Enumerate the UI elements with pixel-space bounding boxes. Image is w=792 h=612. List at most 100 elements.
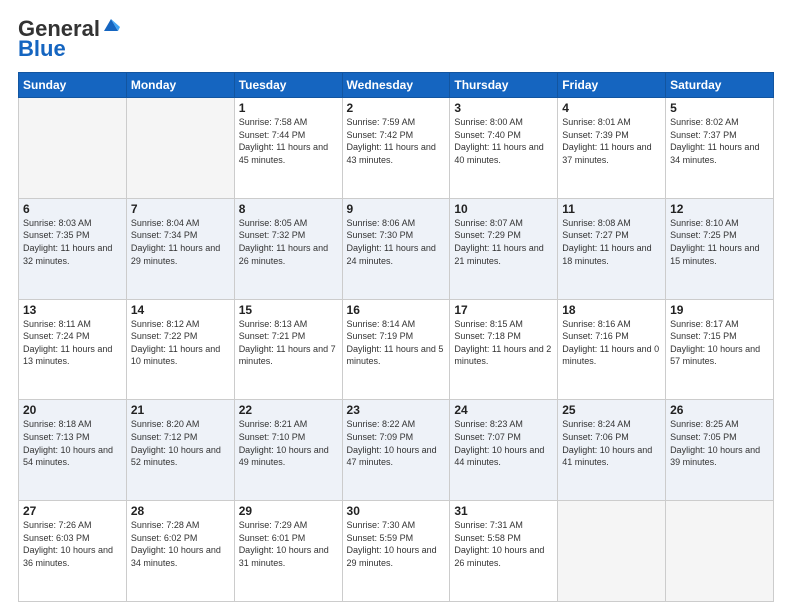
calendar-cell: 30Sunrise: 7:30 AM Sunset: 5:59 PM Dayli… [342,501,450,602]
calendar-cell: 9Sunrise: 8:06 AM Sunset: 7:30 PM Daylig… [342,198,450,299]
calendar-header-row: SundayMondayTuesdayWednesdayThursdayFrid… [19,73,774,98]
page: General Blue SundayMondayTuesdayWednesda… [0,0,792,612]
day-info: Sunrise: 7:58 AM Sunset: 7:44 PM Dayligh… [239,116,338,166]
day-info: Sunrise: 8:01 AM Sunset: 7:39 PM Dayligh… [562,116,661,166]
day-number: 19 [670,303,769,317]
day-info: Sunrise: 8:16 AM Sunset: 7:16 PM Dayligh… [562,318,661,368]
weekday-header: Saturday [666,73,774,98]
day-info: Sunrise: 8:07 AM Sunset: 7:29 PM Dayligh… [454,217,553,267]
calendar-cell: 3Sunrise: 8:00 AM Sunset: 7:40 PM Daylig… [450,98,558,199]
calendar-cell: 31Sunrise: 7:31 AM Sunset: 5:58 PM Dayli… [450,501,558,602]
day-info: Sunrise: 8:10 AM Sunset: 7:25 PM Dayligh… [670,217,769,267]
day-number: 14 [131,303,230,317]
calendar-cell: 19Sunrise: 8:17 AM Sunset: 7:15 PM Dayli… [666,299,774,400]
day-number: 21 [131,403,230,417]
day-number: 2 [347,101,446,115]
calendar-cell: 20Sunrise: 8:18 AM Sunset: 7:13 PM Dayli… [19,400,127,501]
calendar-cell: 8Sunrise: 8:05 AM Sunset: 7:32 PM Daylig… [234,198,342,299]
calendar-week-row: 6Sunrise: 8:03 AM Sunset: 7:35 PM Daylig… [19,198,774,299]
weekday-header: Monday [126,73,234,98]
calendar-cell [558,501,666,602]
day-number: 6 [23,202,122,216]
day-number: 11 [562,202,661,216]
day-info: Sunrise: 8:21 AM Sunset: 7:10 PM Dayligh… [239,418,338,468]
day-number: 12 [670,202,769,216]
day-number: 28 [131,504,230,518]
calendar-cell: 14Sunrise: 8:12 AM Sunset: 7:22 PM Dayli… [126,299,234,400]
day-number: 9 [347,202,446,216]
day-number: 3 [454,101,553,115]
calendar-cell: 13Sunrise: 8:11 AM Sunset: 7:24 PM Dayli… [19,299,127,400]
weekday-header: Thursday [450,73,558,98]
day-number: 27 [23,504,122,518]
day-info: Sunrise: 7:31 AM Sunset: 5:58 PM Dayligh… [454,519,553,569]
day-info: Sunrise: 8:14 AM Sunset: 7:19 PM Dayligh… [347,318,446,368]
day-number: 22 [239,403,338,417]
weekday-header: Sunday [19,73,127,98]
header: General Blue [18,16,774,62]
calendar-cell: 18Sunrise: 8:16 AM Sunset: 7:16 PM Dayli… [558,299,666,400]
logo-icon [102,17,120,35]
weekday-header: Wednesday [342,73,450,98]
day-number: 4 [562,101,661,115]
day-number: 7 [131,202,230,216]
calendar-cell: 25Sunrise: 8:24 AM Sunset: 7:06 PM Dayli… [558,400,666,501]
day-number: 18 [562,303,661,317]
logo: General Blue [18,16,120,62]
logo-blue: Blue [18,36,66,62]
day-info: Sunrise: 8:23 AM Sunset: 7:07 PM Dayligh… [454,418,553,468]
calendar-cell: 27Sunrise: 7:26 AM Sunset: 6:03 PM Dayli… [19,501,127,602]
calendar-cell: 23Sunrise: 8:22 AM Sunset: 7:09 PM Dayli… [342,400,450,501]
day-info: Sunrise: 8:05 AM Sunset: 7:32 PM Dayligh… [239,217,338,267]
day-number: 5 [670,101,769,115]
calendar-cell: 28Sunrise: 7:28 AM Sunset: 6:02 PM Dayli… [126,501,234,602]
day-number: 10 [454,202,553,216]
calendar-cell: 15Sunrise: 8:13 AM Sunset: 7:21 PM Dayli… [234,299,342,400]
day-info: Sunrise: 8:20 AM Sunset: 7:12 PM Dayligh… [131,418,230,468]
day-number: 25 [562,403,661,417]
day-number: 30 [347,504,446,518]
day-number: 31 [454,504,553,518]
day-number: 20 [23,403,122,417]
day-info: Sunrise: 8:04 AM Sunset: 7:34 PM Dayligh… [131,217,230,267]
calendar-cell [126,98,234,199]
day-number: 23 [347,403,446,417]
day-info: Sunrise: 8:25 AM Sunset: 7:05 PM Dayligh… [670,418,769,468]
calendar-cell: 5Sunrise: 8:02 AM Sunset: 7:37 PM Daylig… [666,98,774,199]
calendar-cell: 22Sunrise: 8:21 AM Sunset: 7:10 PM Dayli… [234,400,342,501]
day-number: 1 [239,101,338,115]
calendar-cell [19,98,127,199]
calendar-cell: 21Sunrise: 8:20 AM Sunset: 7:12 PM Dayli… [126,400,234,501]
day-info: Sunrise: 8:08 AM Sunset: 7:27 PM Dayligh… [562,217,661,267]
day-info: Sunrise: 8:18 AM Sunset: 7:13 PM Dayligh… [23,418,122,468]
day-number: 8 [239,202,338,216]
calendar-cell [666,501,774,602]
calendar-cell: 24Sunrise: 8:23 AM Sunset: 7:07 PM Dayli… [450,400,558,501]
weekday-header: Tuesday [234,73,342,98]
calendar-week-row: 20Sunrise: 8:18 AM Sunset: 7:13 PM Dayli… [19,400,774,501]
weekday-header: Friday [558,73,666,98]
day-number: 29 [239,504,338,518]
calendar-cell: 2Sunrise: 7:59 AM Sunset: 7:42 PM Daylig… [342,98,450,199]
day-info: Sunrise: 8:13 AM Sunset: 7:21 PM Dayligh… [239,318,338,368]
day-info: Sunrise: 8:12 AM Sunset: 7:22 PM Dayligh… [131,318,230,368]
day-info: Sunrise: 7:28 AM Sunset: 6:02 PM Dayligh… [131,519,230,569]
day-info: Sunrise: 8:06 AM Sunset: 7:30 PM Dayligh… [347,217,446,267]
day-number: 15 [239,303,338,317]
day-info: Sunrise: 7:30 AM Sunset: 5:59 PM Dayligh… [347,519,446,569]
calendar-cell: 12Sunrise: 8:10 AM Sunset: 7:25 PM Dayli… [666,198,774,299]
calendar-cell: 26Sunrise: 8:25 AM Sunset: 7:05 PM Dayli… [666,400,774,501]
day-number: 16 [347,303,446,317]
calendar-cell: 11Sunrise: 8:08 AM Sunset: 7:27 PM Dayli… [558,198,666,299]
calendar-cell: 17Sunrise: 8:15 AM Sunset: 7:18 PM Dayli… [450,299,558,400]
day-number: 24 [454,403,553,417]
day-info: Sunrise: 8:11 AM Sunset: 7:24 PM Dayligh… [23,318,122,368]
day-number: 13 [23,303,122,317]
day-info: Sunrise: 7:29 AM Sunset: 6:01 PM Dayligh… [239,519,338,569]
day-info: Sunrise: 8:15 AM Sunset: 7:18 PM Dayligh… [454,318,553,368]
day-info: Sunrise: 8:00 AM Sunset: 7:40 PM Dayligh… [454,116,553,166]
calendar-week-row: 1Sunrise: 7:58 AM Sunset: 7:44 PM Daylig… [19,98,774,199]
day-info: Sunrise: 8:17 AM Sunset: 7:15 PM Dayligh… [670,318,769,368]
day-info: Sunrise: 7:26 AM Sunset: 6:03 PM Dayligh… [23,519,122,569]
day-info: Sunrise: 8:02 AM Sunset: 7:37 PM Dayligh… [670,116,769,166]
